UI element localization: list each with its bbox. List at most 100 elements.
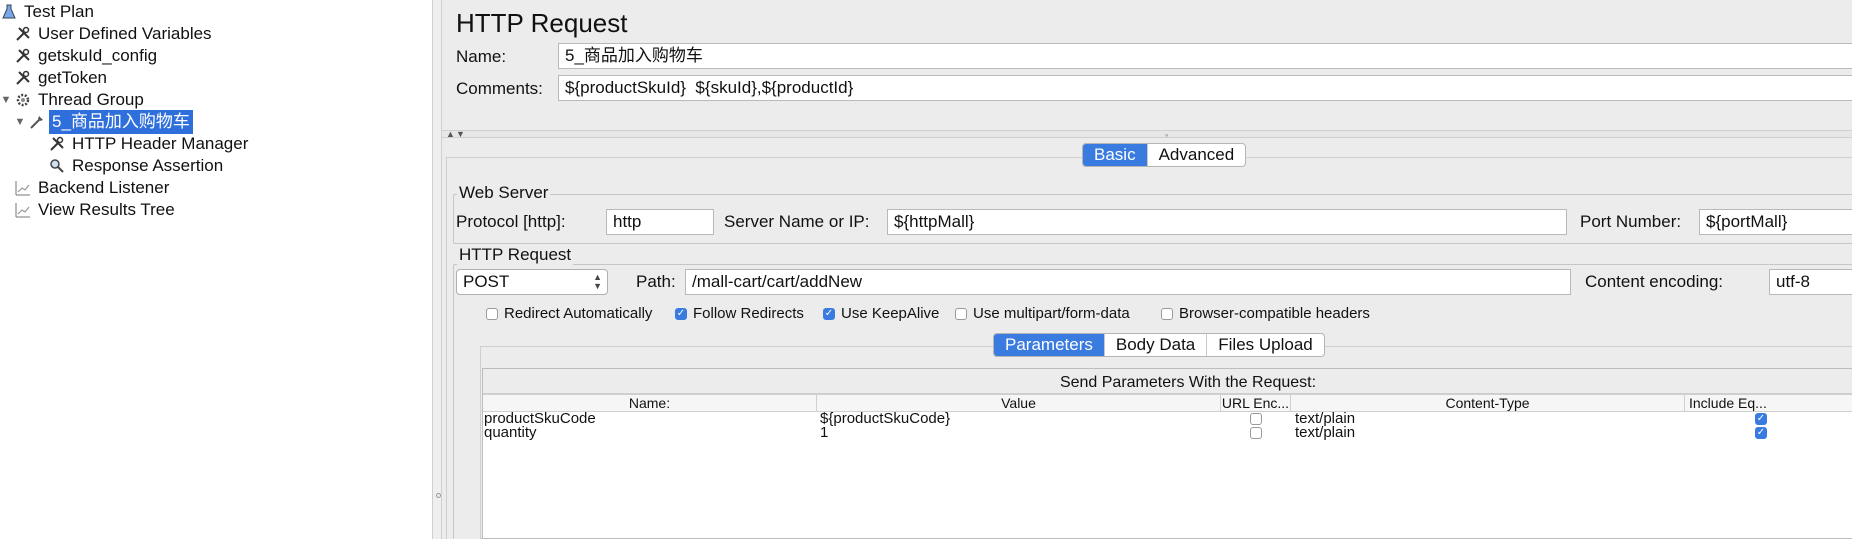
comments-input[interactable] xyxy=(565,76,1846,100)
splitter-grip xyxy=(436,493,441,498)
section-divider[interactable] xyxy=(442,130,1852,138)
content-encoding-label: Content encoding: xyxy=(1585,272,1723,291)
name-label: Name: xyxy=(456,47,507,66)
tab-body-data[interactable]: Body Data xyxy=(1105,334,1208,356)
protocol-field[interactable] xyxy=(606,209,714,235)
method-select[interactable]: POST ▲ ▼ xyxy=(456,269,608,295)
param-name-cell[interactable]: quantity xyxy=(484,425,537,441)
chart-icon xyxy=(14,201,32,219)
tree-item-label: HTTP Header Manager xyxy=(72,134,249,153)
port-field[interactable] xyxy=(1699,209,1852,235)
name-field[interactable] xyxy=(558,43,1852,69)
wrench-icon xyxy=(48,135,66,153)
port-input[interactable] xyxy=(1706,210,1846,234)
browser-compatible-checkbox[interactable] xyxy=(1161,307,1173,320)
http-request-title: HTTP Request xyxy=(457,245,574,265)
option-label: Use KeepAlive xyxy=(841,305,940,322)
follow-redirects-option[interactable]: Follow Redirects xyxy=(675,305,804,322)
pane-splitter[interactable] xyxy=(432,0,442,539)
tree-item-label: getToken xyxy=(38,68,107,87)
basic-advanced-tabs: Basic Advanced xyxy=(1082,143,1247,167)
tree-item-http-request[interactable]: ▼ 5_商品加入购物车 xyxy=(14,110,193,134)
redirect-automatically-checkbox[interactable] xyxy=(486,307,498,320)
option-label: Redirect Automatically xyxy=(504,305,653,322)
params-table: Send Parameters With the Request: Name: … xyxy=(482,368,1852,539)
tree-item-thread-group[interactable]: ▼ Thread Group xyxy=(0,88,147,112)
url-encode-checkbox[interactable] xyxy=(1250,427,1262,439)
content-type-cell[interactable]: text/plain xyxy=(1295,425,1355,441)
tree-item-label: 5_商品加入购物车 xyxy=(49,110,193,134)
wrench-icon xyxy=(14,25,32,43)
tree-item-label: Backend Listener xyxy=(38,178,170,197)
content-encoding-field[interactable] xyxy=(1769,269,1852,295)
tree-item-getskuid-config[interactable]: getskuId_config xyxy=(14,44,160,68)
tree-item-user-defined-variables[interactable]: User Defined Variables xyxy=(14,22,215,46)
tree-item-response-assertion[interactable]: Response Assertion xyxy=(48,154,226,178)
tree-item-gettoken[interactable]: getToken xyxy=(14,66,110,90)
tree-item-http-header-manager[interactable]: HTTP Header Manager xyxy=(48,132,251,156)
tree-item-backend-listener[interactable]: Backend Listener xyxy=(14,176,172,200)
url-encode-checkbox[interactable] xyxy=(1250,413,1262,425)
collapse-up-icon[interactable]: ▲ xyxy=(446,129,455,139)
wrench-icon xyxy=(14,69,32,87)
wrench-icon xyxy=(14,47,32,65)
option-label: Browser-compatible headers xyxy=(1179,305,1370,322)
use-keepalive-option[interactable]: Use KeepAlive xyxy=(823,305,939,322)
browser-compatible-option[interactable]: Browser-compatible headers xyxy=(1161,305,1370,322)
pipette-icon xyxy=(28,113,46,131)
server-name-input[interactable] xyxy=(894,210,1560,234)
param-value-cell[interactable]: 1 xyxy=(820,425,828,441)
path-input[interactable] xyxy=(692,270,1564,294)
tab-advanced[interactable]: Advanced xyxy=(1148,144,1246,166)
http-request-editor: HTTP Request Name: Comments: ▲ ▼ ◦ Basic… xyxy=(442,0,1852,539)
chevron-down-icon[interactable]: ▼ xyxy=(0,94,12,106)
redirect-automatically-option[interactable]: Redirect Automatically xyxy=(486,305,652,322)
follow-redirects-checkbox[interactable] xyxy=(675,307,687,320)
protocol-label: Protocol [http]: xyxy=(456,212,566,231)
port-label: Port Number: xyxy=(1580,212,1682,231)
protocol-input[interactable] xyxy=(613,210,707,234)
tree-item-label: Thread Group xyxy=(38,90,144,109)
tab-files-upload[interactable]: Files Upload xyxy=(1207,334,1324,356)
col-include-equals[interactable]: Include Eq... xyxy=(1685,395,1852,411)
collapse-down-icon[interactable]: ▼ xyxy=(456,129,465,139)
params-tabs: Parameters Body Data Files Upload xyxy=(993,333,1325,357)
option-label: Use multipart/form-data xyxy=(973,305,1130,322)
col-value[interactable]: Value xyxy=(817,395,1221,411)
comments-label: Comments: xyxy=(456,79,543,98)
tab-parameters[interactable]: Parameters xyxy=(994,334,1105,356)
option-label: Follow Redirects xyxy=(693,305,804,322)
use-multipart-option[interactable]: Use multipart/form-data xyxy=(955,305,1130,322)
use-keepalive-checkbox[interactable] xyxy=(823,307,835,320)
col-url-encode[interactable]: URL Enc... xyxy=(1221,395,1291,411)
server-name-field[interactable] xyxy=(887,209,1567,235)
divider-grip-icon: ◦ xyxy=(1165,130,1169,140)
jmeter-window: Test Plan User Defined Variables getskuI… xyxy=(0,0,1852,539)
tree-item-view-results-tree[interactable]: View Results Tree xyxy=(14,198,178,222)
col-name[interactable]: Name: xyxy=(483,395,817,411)
col-content-type[interactable]: Content-Type xyxy=(1291,395,1685,411)
tree-item-test-plan[interactable]: Test Plan xyxy=(0,0,97,24)
content-encoding-input[interactable] xyxy=(1776,270,1846,294)
use-multipart-checkbox[interactable] xyxy=(955,307,967,320)
tab-basic[interactable]: Basic xyxy=(1083,144,1148,166)
path-field[interactable] xyxy=(685,269,1571,295)
params-heading: Send Parameters With the Request: xyxy=(1059,374,1317,391)
tree-item-label: getskuId_config xyxy=(38,46,158,65)
table-header: Name: Value URL Enc... Content-Type Incl… xyxy=(483,394,1852,412)
name-input[interactable] xyxy=(565,44,1846,68)
method-value: POST xyxy=(463,272,510,291)
include-equals-checkbox[interactable] xyxy=(1755,427,1767,439)
test-plan-tree: Test Plan User Defined Variables getskuI… xyxy=(0,0,432,539)
chevron-down-icon[interactable]: ▼ xyxy=(14,116,26,128)
path-label: Path: xyxy=(636,272,676,291)
include-equals-checkbox[interactable] xyxy=(1755,413,1767,425)
param-value-cell[interactable]: ${productSkuCode} xyxy=(820,411,950,427)
tree-item-label: Response Assertion xyxy=(72,156,224,175)
gear-icon xyxy=(14,91,32,109)
comments-field[interactable] xyxy=(558,75,1852,101)
tree-item-label: User Defined Variables xyxy=(38,24,212,43)
stepper-icon: ▲ ▼ xyxy=(593,272,602,291)
magnifier-icon xyxy=(48,157,66,175)
chart-icon xyxy=(14,179,32,197)
